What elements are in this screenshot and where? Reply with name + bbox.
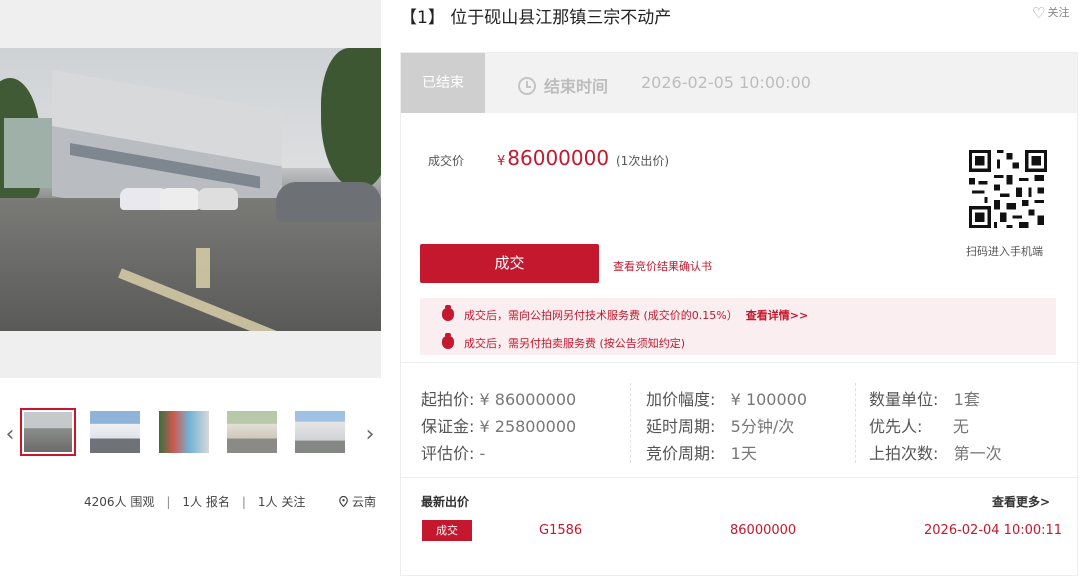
property-photo — [0, 48, 381, 331]
page-title: 【1】 位于砚山县江那镇三宗不动产 — [400, 8, 672, 28]
stats-separator: | — [166, 495, 171, 509]
bid-time: 2026-02-04 10:00:11 — [924, 523, 1063, 538]
location-text: 云南 — [352, 495, 377, 509]
divider — [855, 383, 856, 463]
follow-label: 关注 — [1047, 6, 1070, 19]
location-pin-icon — [339, 495, 348, 508]
qr-code — [969, 150, 1047, 228]
deal-price: ¥86000000 — [497, 146, 609, 170]
auction-stats: 4206人 围观 | 1人 报名 | 1人 关注 — [84, 493, 305, 510]
signup-count: 1人 报名 — [182, 495, 230, 509]
qr-caption: 扫码进入手机端 — [966, 245, 1043, 258]
end-time-value: 2026-02-05 10:00:00 — [641, 73, 811, 92]
increment: 加价幅度: ¥ 100000 — [646, 390, 808, 409]
notice-row: 成交后，需向公拍网另付技术服务费 (成交价的0.15%） 查看详情>> — [442, 305, 808, 323]
deposit: 保证金: ¥ 25800000 — [421, 417, 577, 436]
follow-button[interactable]: ♡ 关注 — [1032, 4, 1069, 22]
thumbnail-strip: ‹ › — [0, 408, 381, 468]
bid-period: 竞价周期: 1天 — [646, 444, 757, 463]
deal-price-value: 86000000 — [507, 146, 610, 170]
clock-icon — [518, 77, 536, 95]
start-price: 起拍价: ¥ 86000000 — [421, 390, 577, 409]
money-bag-icon — [442, 333, 454, 349]
bid-status-badge: 成交 — [422, 520, 472, 541]
service-fee-detail-link[interactable]: 查看详情>> — [746, 309, 808, 322]
currency-symbol: ¥ — [497, 154, 506, 169]
thumbnail-4[interactable] — [224, 408, 280, 456]
valuation: 评估价: - — [421, 444, 486, 463]
chevron-right-icon[interactable]: › — [362, 422, 378, 448]
stats-separator: | — [241, 495, 246, 509]
latest-bids-title: 最新出价 — [421, 495, 470, 509]
status-badge: 已结束 — [401, 53, 485, 113]
confirmation-link[interactable]: 查看竞价结果确认书 — [613, 258, 712, 274]
status-bar: 已结束 结束时间 2026-02-05 10:00:00 — [401, 53, 1077, 113]
thumbnail-2[interactable] — [87, 408, 143, 456]
thumbnail-1[interactable] — [20, 408, 76, 456]
view-more-link[interactable]: 查看更多> — [992, 493, 1050, 510]
bid-count: (1次出价) — [616, 154, 669, 168]
notice-box: 成交后，需向公拍网另付技术服务费 (成交价的0.15%） 查看详情>> 成交后，需… — [420, 298, 1056, 355]
quantity-unit: 数量单位: 1套 — [869, 390, 980, 409]
table-row: 成交 G1586 86000000 2026-02-04 10:00:11 — [401, 517, 1077, 547]
chevron-left-icon[interactable]: ‹ — [2, 422, 18, 448]
divider — [401, 362, 1077, 363]
thumbnail-5[interactable] — [292, 408, 348, 456]
deal-button[interactable]: 成交 — [420, 244, 599, 283]
money-bag-icon — [442, 305, 454, 321]
divider — [401, 477, 1077, 478]
location: 云南 — [339, 493, 376, 510]
divider — [630, 383, 631, 463]
main-photo[interactable] — [0, 0, 381, 378]
delay-period: 延时周期: 5分钟/次 — [646, 417, 795, 436]
view-count: 4206人 围观 — [84, 495, 155, 509]
priority-bidder: 优先人: 无 — [869, 417, 969, 436]
notice-row: 成交后，需另付拍卖服务费 (按公告须知约定) — [442, 333, 685, 351]
end-time-label: 结束时间 — [518, 73, 608, 97]
bidder-id: G1586 — [539, 523, 583, 538]
deal-price-label: 成交价 — [428, 154, 465, 168]
auction-panel: 已结束 结束时间 2026-02-05 10:00:00 成交价 ¥860000… — [400, 52, 1078, 576]
thumbnail-3[interactable] — [156, 408, 212, 456]
heart-icon: ♡ — [1032, 4, 1046, 22]
auction-times: 上拍次数: 第一次 — [869, 444, 1002, 463]
follow-count: 1人 关注 — [257, 495, 306, 509]
bid-amount: 86000000 — [730, 523, 797, 538]
